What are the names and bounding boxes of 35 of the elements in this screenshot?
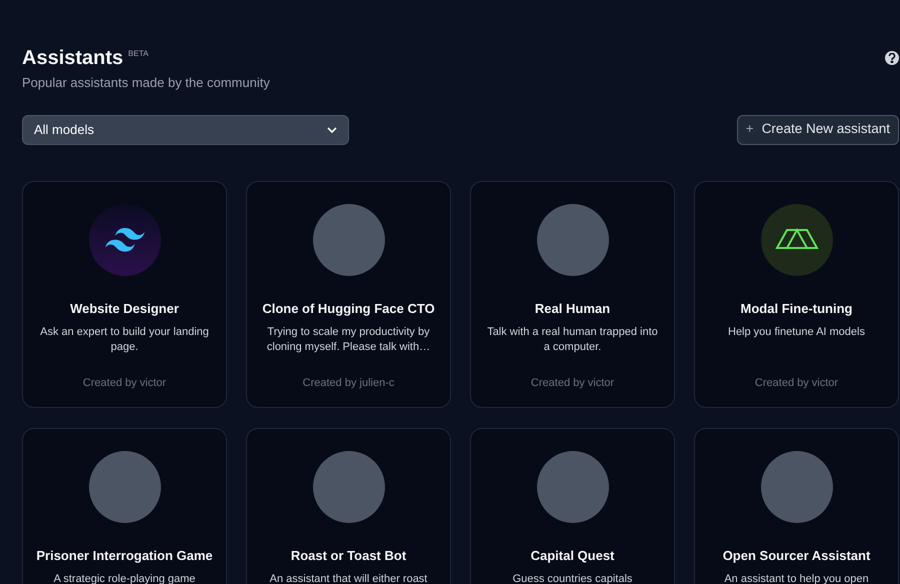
assistant-card[interactable]: Clone of Hugging Face CTO Trying to scale my productivity by cloning myself. Please talk with… Created by julien-c [246,180,451,408]
assistant-name: Roast or Toast Bot [290,546,406,564]
assistant-name: Real Human [534,300,610,318]
assistant-author: Created by victor [754,376,838,391]
assistant-author: Created by victor [82,376,166,391]
assistant-description: An assistant that will either roast [268,572,428,584]
assistant-name: Website Designer [70,300,179,318]
assistant-card[interactable]: Website Designer Ask an expert to build your landing page. Created by victor [22,180,227,408]
assistant-description: Ask an expert to build your landing page. [39,325,210,355]
assistant-description: Help you finetune AI models [727,325,866,340]
beta-label: BETA [128,48,148,60]
page-title: Assistants [22,46,124,70]
assistant-description: Talk with a real human trapped into a computer. [486,325,659,355]
model-select[interactable]: All models [22,114,349,144]
create-assistant-button[interactable]: + Create New assistant [736,114,899,144]
assistant-description: Trying to scale my productivity by cloning myself. Please talk with… [266,325,432,355]
assistant-author: Created by victor [530,376,614,391]
assistant-card[interactable]: Open Sourcer Assistant An assistant to help you open [694,428,899,584]
assistant-description: Guess countries capitals [512,572,634,584]
assistant-name: Open Sourcer Assistant [722,546,870,565]
assistant-name: Modal Fine-tuning [740,300,852,318]
assistant-author: Created by julien-c [302,376,394,391]
chevron-icon [327,126,337,132]
assistant-description: A strategic role-playing game [52,572,196,584]
assistant-card[interactable]: Roast or Toast Bot An assistant that will either roast [246,428,451,584]
assistant-description: An assistant to help you open [723,572,870,584]
assistant-name: Capital Quest [530,546,614,565]
assistant-name: Clone of Hugging Face CTO [262,300,435,318]
assistant-card[interactable]: Prisoner Interrogation Game A strategic role-playing game [22,428,227,584]
assistant-card[interactable]: Modal Fine-tuning Help you finetune AI models Created by victor [694,180,899,408]
page-subtitle: Popular assistants made by the community [22,74,270,92]
assistant-card[interactable]: Capital Quest Guess countries capitals [470,428,675,584]
help-icon[interactable] [885,51,899,65]
assistant-name: Prisoner Interrogation Game [36,546,213,565]
assistant-card[interactable]: Real Human Talk with a real human trapped into a computer. Created by victor [470,180,675,408]
